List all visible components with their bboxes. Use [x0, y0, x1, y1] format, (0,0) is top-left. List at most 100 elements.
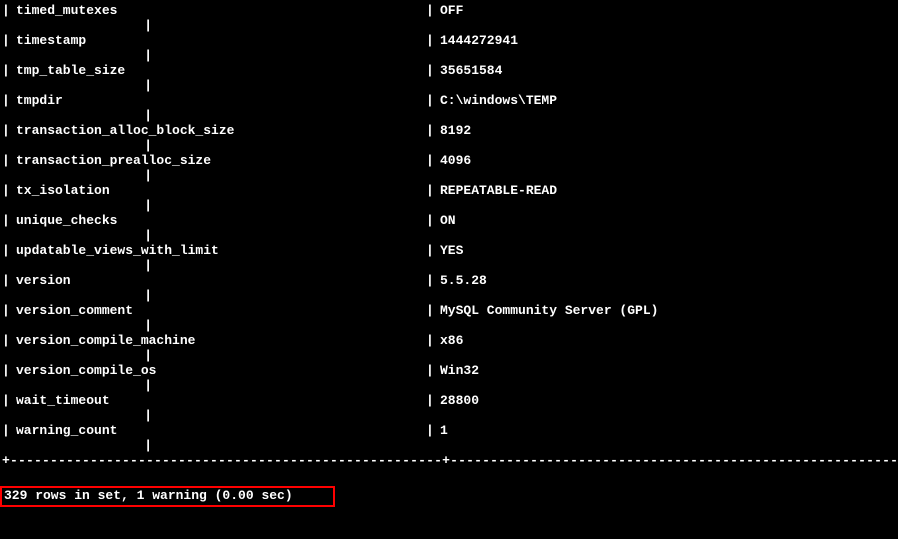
variable-value: YES [434, 244, 463, 259]
pipe-left: | [2, 94, 10, 109]
pipe-left: | [2, 424, 10, 439]
pipe-mid: | [426, 94, 434, 109]
pipe-left: | [2, 64, 10, 79]
pipe-left: | [2, 34, 10, 49]
pipe-left: | [2, 214, 10, 229]
variable-name: version [10, 274, 426, 289]
table-row: |tx_isolation|REPEATABLE-READ [2, 184, 896, 199]
variable-value: 1 [434, 424, 448, 439]
table-row: |transaction_alloc_block_size|8192 [2, 124, 896, 139]
table-row: |updatable_views_with_limit|YES [2, 244, 896, 259]
blank-row: | [2, 229, 896, 244]
variable-name: wait_timeout [10, 394, 426, 409]
blank-row: | [2, 139, 896, 154]
table-row: |version|5.5.28 [2, 274, 896, 289]
pipe-mid: | [426, 154, 434, 169]
variable-value: C:\windows\TEMP [434, 94, 557, 109]
pipe-mid: | [426, 34, 434, 49]
variable-name: version_comment [10, 304, 426, 319]
pipe-blank: | [2, 139, 152, 154]
blank-row: | [2, 109, 896, 124]
pipe-left: | [2, 244, 10, 259]
variable-value: OFF [434, 4, 463, 19]
pipe-blank: | [2, 109, 152, 124]
table-row: |timestamp|1444272941 [2, 34, 896, 49]
table-row: |wait_timeout|28800 [2, 394, 896, 409]
variable-name: unique_checks [10, 214, 426, 229]
pipe-blank: | [2, 259, 152, 274]
pipe-blank: | [2, 79, 152, 94]
pipe-mid: | [426, 184, 434, 199]
blank-row: | [2, 169, 896, 184]
variable-value: 28800 [434, 394, 479, 409]
pipe-mid: | [426, 244, 434, 259]
variable-value: 8192 [434, 124, 471, 139]
variable-value: ON [434, 214, 456, 229]
pipe-blank: | [2, 439, 152, 454]
pipe-blank: | [2, 319, 152, 334]
variable-value: x86 [434, 334, 463, 349]
variable-value: MySQL Community Server (GPL) [434, 304, 658, 319]
variable-name: tx_isolation [10, 184, 426, 199]
blank-row: | [2, 349, 896, 364]
pipe-mid: | [426, 394, 434, 409]
blank-row: | [2, 49, 896, 64]
blank-row: | [2, 199, 896, 214]
status-line-wrapper: 329 rows in set, 1 warning (0.00 sec) [2, 484, 896, 507]
blank-row: | [2, 19, 896, 34]
variables-table: |timed_mutexes|OFF||timestamp|1444272941… [2, 4, 896, 454]
table-row: |tmpdir|C:\windows\TEMP [2, 94, 896, 109]
pipe-mid: | [426, 214, 434, 229]
variable-name: warning_count [10, 424, 426, 439]
pipe-mid: | [426, 124, 434, 139]
variable-name: tmpdir [10, 94, 426, 109]
pipe-left: | [2, 184, 10, 199]
pipe-mid: | [426, 424, 434, 439]
pipe-blank: | [2, 49, 152, 64]
variable-name: version_compile_os [10, 364, 426, 379]
pipe-left: | [2, 124, 10, 139]
blank-row: | [2, 319, 896, 334]
table-row: |version_compile_os|Win32 [2, 364, 896, 379]
table-row: |warning_count|1 [2, 424, 896, 439]
pipe-blank: | [2, 409, 152, 424]
blank-row: | [2, 259, 896, 274]
pipe-blank: | [2, 229, 152, 244]
variable-value: 4096 [434, 154, 471, 169]
blank-row: | [2, 439, 896, 454]
variable-name: tmp_table_size [10, 64, 426, 79]
pipe-left: | [2, 394, 10, 409]
pipe-mid: | [426, 364, 434, 379]
pipe-left: | [2, 364, 10, 379]
variable-name: transaction_prealloc_size [10, 154, 426, 169]
pipe-blank: | [2, 19, 152, 34]
blank-row: | [2, 409, 896, 424]
pipe-left: | [2, 4, 10, 19]
table-row: |version_compile_machine|x86 [2, 334, 896, 349]
variable-name: version_compile_machine [10, 334, 426, 349]
variable-value: 1444272941 [434, 34, 518, 49]
variable-name: transaction_alloc_block_size [10, 124, 426, 139]
variable-name: timestamp [10, 34, 426, 49]
variable-value: Win32 [434, 364, 479, 379]
variable-name: timed_mutexes [10, 4, 426, 19]
variable-value: REPEATABLE-READ [434, 184, 557, 199]
pipe-blank: | [2, 199, 152, 214]
pipe-blank: | [2, 379, 152, 394]
pipe-mid: | [426, 4, 434, 19]
pipe-mid: | [426, 334, 434, 349]
blank-row: | [2, 79, 896, 94]
blank-row: | [2, 289, 896, 304]
pipe-left: | [2, 154, 10, 169]
pipe-blank: | [2, 289, 152, 304]
status-message: 329 rows in set, 1 warning (0.00 sec) [0, 486, 335, 507]
pipe-left: | [2, 274, 10, 289]
table-row: |timed_mutexes|OFF [2, 4, 896, 19]
table-row: |transaction_prealloc_size|4096 [2, 154, 896, 169]
blank-line [2, 469, 896, 484]
pipe-blank: | [2, 169, 152, 184]
pipe-mid: | [426, 64, 434, 79]
pipe-left: | [2, 304, 10, 319]
table-row: |tmp_table_size|35651584 [2, 64, 896, 79]
table-separator: +---------------------------------------… [2, 454, 896, 469]
